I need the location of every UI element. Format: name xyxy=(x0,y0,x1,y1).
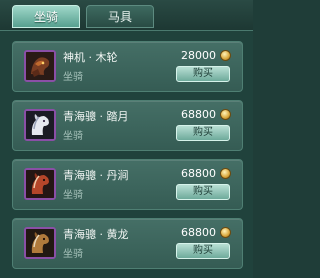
tab-bar: 坐骑 马具 xyxy=(0,0,253,30)
buy-button[interactable]: 购买 xyxy=(176,243,230,259)
item-type: 坐骑 xyxy=(63,249,83,260)
coin-icon xyxy=(220,109,231,120)
coin-icon xyxy=(220,168,231,179)
buy-button[interactable]: 购买 xyxy=(176,66,230,82)
item-price: 28000 xyxy=(181,49,216,62)
list-item: 神机 · 木轮 坐骑 28000 购买 xyxy=(12,41,243,92)
coin-icon xyxy=(220,50,231,61)
item-list-panel: 神机 · 木轮 坐骑 28000 购买 青海骢 · 踏月 坐骑 68800 购买 xyxy=(0,30,253,278)
item-price: 68800 xyxy=(181,167,216,180)
tab-saddlery[interactable]: 马具 xyxy=(86,5,154,28)
item-name: 青海骢 · 踏月 xyxy=(63,110,129,123)
buy-button[interactable]: 购买 xyxy=(176,184,230,200)
buy-button[interactable]: 购买 xyxy=(176,125,230,141)
item-name: 青海骢 · 丹涧 xyxy=(63,169,129,182)
item-price: 68800 xyxy=(181,108,216,121)
dark-mech-mount-icon[interactable] xyxy=(24,50,56,82)
brown-horse-icon[interactable] xyxy=(24,227,56,259)
list-item: 青海骢 · 黄龙 坐骑 68800 购买 xyxy=(12,218,243,269)
item-price: 68800 xyxy=(181,226,216,239)
coin-icon xyxy=(220,227,231,238)
item-name: 神机 · 木轮 xyxy=(63,51,118,64)
item-type: 坐骑 xyxy=(63,190,83,201)
white-horse-icon[interactable] xyxy=(24,109,56,141)
list-item: 青海骢 · 踏月 坐骑 68800 购买 xyxy=(12,100,243,151)
list-item: 青海骢 · 丹涧 坐骑 68800 购买 xyxy=(12,159,243,210)
item-name: 青海骢 · 黄龙 xyxy=(63,228,129,241)
tab-mount[interactable]: 坐骑 xyxy=(12,5,80,28)
item-type: 坐骑 xyxy=(63,72,83,83)
red-horse-icon[interactable] xyxy=(24,168,56,200)
item-type: 坐骑 xyxy=(63,131,83,142)
